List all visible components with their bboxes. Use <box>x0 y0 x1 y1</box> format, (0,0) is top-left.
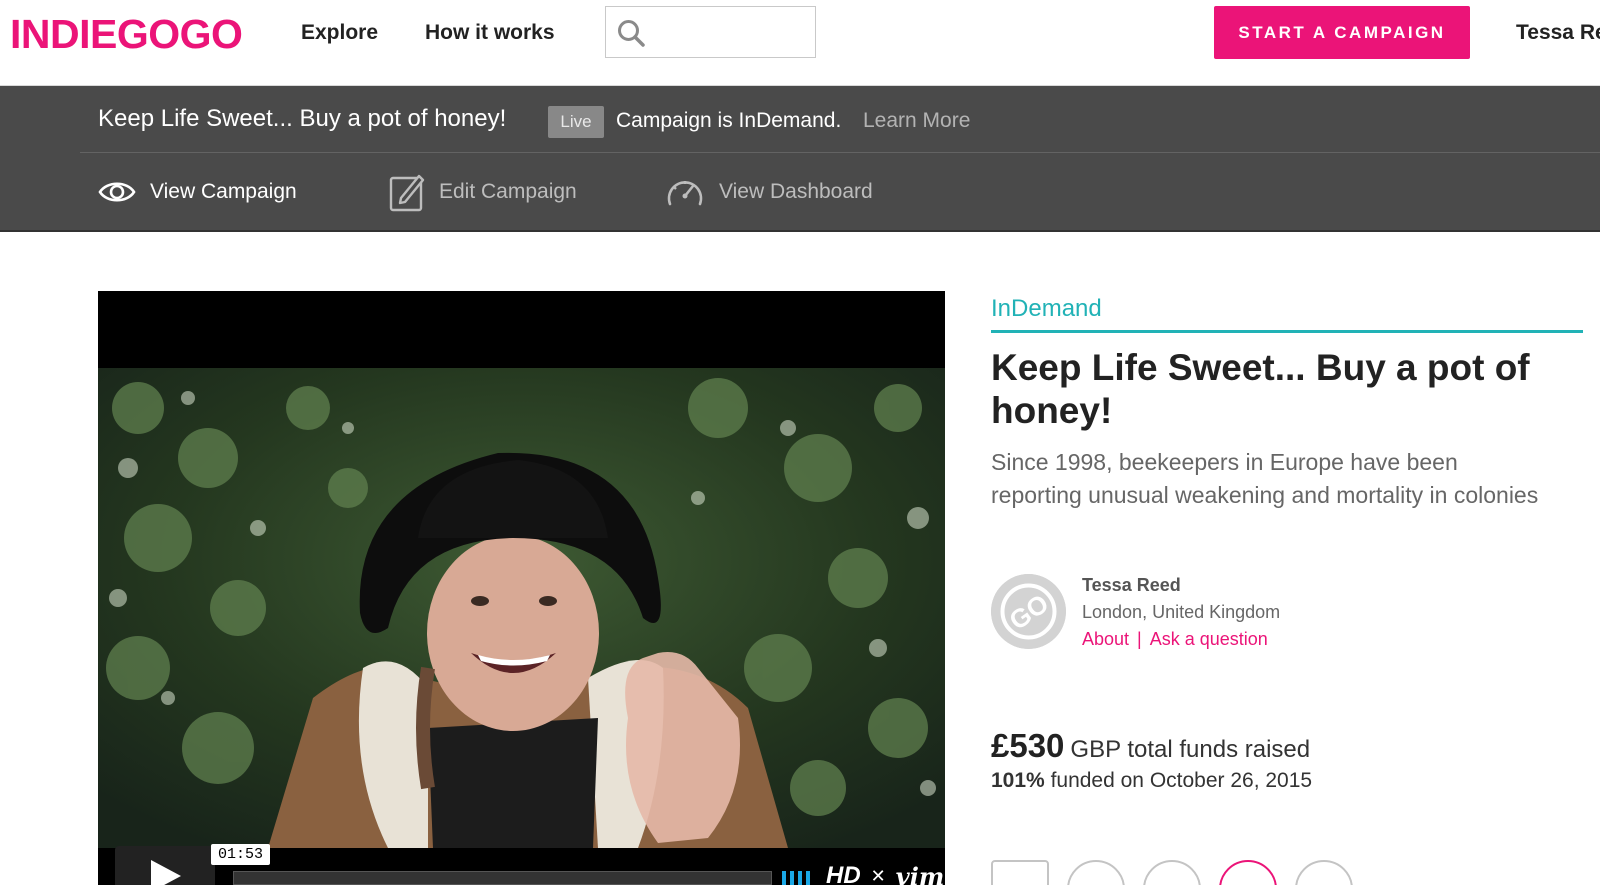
video-time: 01:53 <box>211 844 271 865</box>
ask-question-link[interactable]: Ask a question <box>1150 629 1268 649</box>
tab-view-dashboard-label: View Dashboard <box>719 180 873 203</box>
live-badge: Live <box>548 106 604 138</box>
learn-more-link[interactable]: Learn More <box>863 107 970 135</box>
tab-view-campaign[interactable]: View Campaign <box>98 170 297 214</box>
owner-name: Tessa Reed <box>1082 575 1181 595</box>
indiegogo-logo[interactable]: INDIEGOGO <box>10 12 243 56</box>
link-icon[interactable] <box>1295 860 1353 885</box>
search-input[interactable] <box>652 13 811 53</box>
email-icon[interactable] <box>1219 860 1277 885</box>
campaign-video-player[interactable]: 01:53 HD ✕ vimeo <box>98 291 945 885</box>
owner-avatar[interactable]: GO <box>991 574 1066 649</box>
video-frame[interactable] <box>98 368 945 848</box>
tab-edit-campaign[interactable]: Edit Campaign <box>389 170 577 214</box>
indemand-label: InDemand <box>991 295 1102 322</box>
bar-divider <box>80 152 1600 153</box>
campaign-description: Since 1998, beekeepers in Europe have be… <box>991 449 1539 508</box>
heart-icon[interactable] <box>991 860 1049 885</box>
avatar-image: GO <box>991 574 1066 649</box>
share-buttons <box>991 860 1353 885</box>
search-icon[interactable] <box>616 18 646 48</box>
search-box[interactable] <box>605 6 816 58</box>
play-button[interactable] <box>115 846 215 885</box>
start-campaign-button[interactable]: START A CAMPAIGN <box>1214 6 1470 59</box>
facebook-icon[interactable] <box>1067 860 1125 885</box>
campaign-title: Keep Life Sweet... Buy a pot of honey! <box>991 347 1530 431</box>
vimeo-logo[interactable]: vimeo <box>896 862 945 885</box>
funds-label: GBP total funds raised <box>1070 736 1311 763</box>
volume-icon[interactable] <box>780 865 816 885</box>
user-menu[interactable]: Tessa Re <box>1516 20 1600 46</box>
campaign-admin-bar: Keep Life Sweet... Buy a pot of honey! L… <box>0 86 1600 232</box>
funds-raised: £530 GBP total funds raised <box>991 726 1310 773</box>
hd-toggle[interactable]: HD <box>826 862 861 885</box>
tab-edit-campaign-label: Edit Campaign <box>439 180 577 203</box>
indemand-rule <box>991 330 1583 333</box>
twitter-icon[interactable] <box>1143 860 1201 885</box>
tab-view-dashboard[interactable]: View Dashboard <box>665 170 873 214</box>
about-link[interactable]: About <box>1082 629 1129 649</box>
funded-percentage: 101% <box>991 769 1045 792</box>
play-icon <box>151 860 181 885</box>
campaign-bar-title: Keep Life Sweet... Buy a pot of honey! <box>98 105 507 132</box>
funded-status: 101% funded on October 26, 2015 <box>991 768 1312 794</box>
funds-amount: £530 <box>991 727 1065 764</box>
video-progress-bar[interactable] <box>233 871 772 885</box>
campaign-status-text: Campaign is InDemand. <box>616 109 842 132</box>
nav-explore[interactable]: Explore <box>301 20 378 46</box>
top-navigation: INDIEGOGO Explore How it works START A C… <box>0 0 1600 86</box>
owner-location: London, United Kingdom <box>1082 602 1281 622</box>
owner-links: About | Ask a question <box>1082 628 1268 650</box>
edit-icon <box>389 174 425 212</box>
link-separator: | <box>1137 629 1142 649</box>
dashboard-icon <box>667 181 703 206</box>
tab-view-campaign-label: View Campaign <box>150 180 297 203</box>
eye-icon <box>98 182 136 202</box>
nav-how-it-works[interactable]: How it works <box>425 20 555 46</box>
video-controls-right: HD ✕ vimeo <box>780 861 945 885</box>
funded-date: funded on October 26, 2015 <box>1050 769 1313 792</box>
fullscreen-icon[interactable]: ✕ <box>871 866 886 885</box>
